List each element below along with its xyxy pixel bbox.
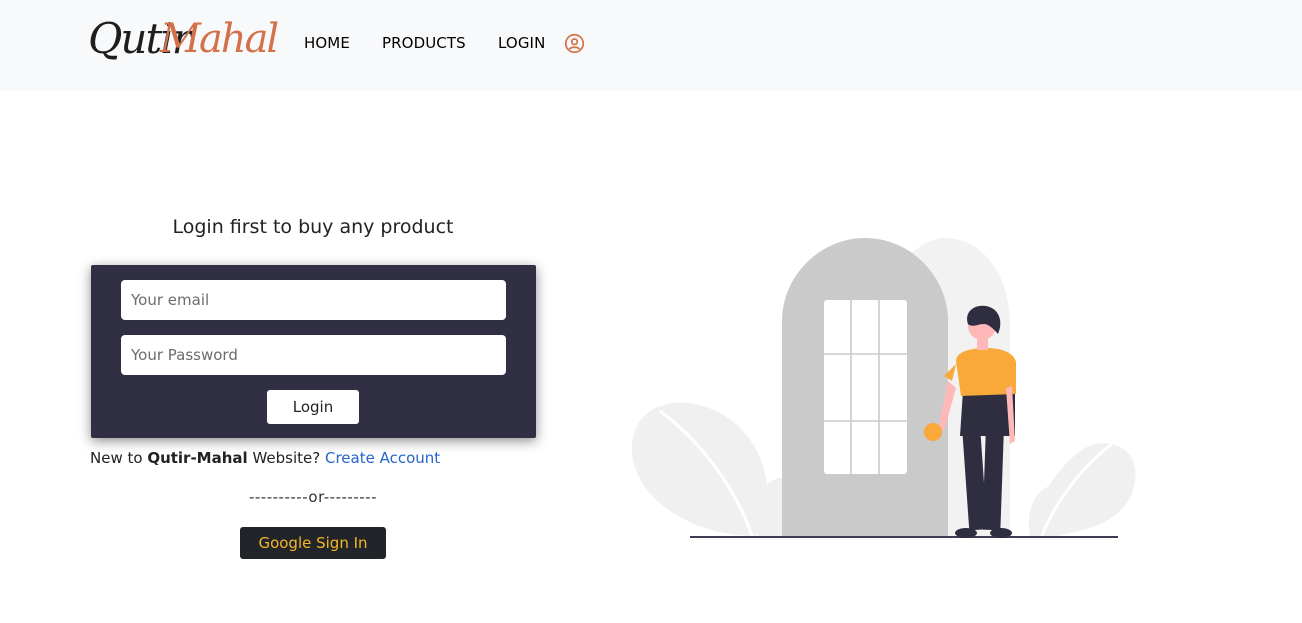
login-form: Login	[91, 265, 536, 438]
logo-text-part2: Mahal	[160, 16, 279, 62]
password-field[interactable]	[121, 335, 506, 375]
login-button[interactable]: Login	[267, 390, 359, 424]
email-field[interactable]	[121, 280, 506, 320]
or-divider: ----------or---------	[248, 488, 377, 506]
login-heading: Login first to buy any product	[172, 216, 454, 238]
create-account-link[interactable]: Create Account	[325, 449, 440, 467]
google-sign-in-button[interactable]: Google Sign In	[240, 527, 386, 559]
signup-prompt-brand: Qutir-Mahal	[147, 449, 248, 467]
nav-login-link[interactable]: LOGIN	[498, 34, 545, 52]
user-circle-icon[interactable]	[564, 33, 585, 54]
nav-home-link[interactable]: HOME	[304, 34, 350, 52]
signup-prompt-suffix: Website?	[247, 449, 325, 467]
door-window	[824, 300, 907, 474]
navbar: Qutir Mahal HOME PRODUCTS LOGIN	[0, 0, 1302, 91]
signup-prompt: New to Qutir-Mahal Website? Create Accou…	[90, 449, 440, 467]
nav-products-link[interactable]: PRODUCTS	[382, 34, 466, 52]
brand-logo[interactable]: Qutir Mahal	[88, 14, 279, 78]
signup-prompt-prefix: New to	[90, 449, 148, 467]
left-plant-leaf	[631, 402, 768, 536]
right-plant-leaf-2	[1028, 485, 1066, 536]
door-illustration	[631, 238, 1136, 538]
